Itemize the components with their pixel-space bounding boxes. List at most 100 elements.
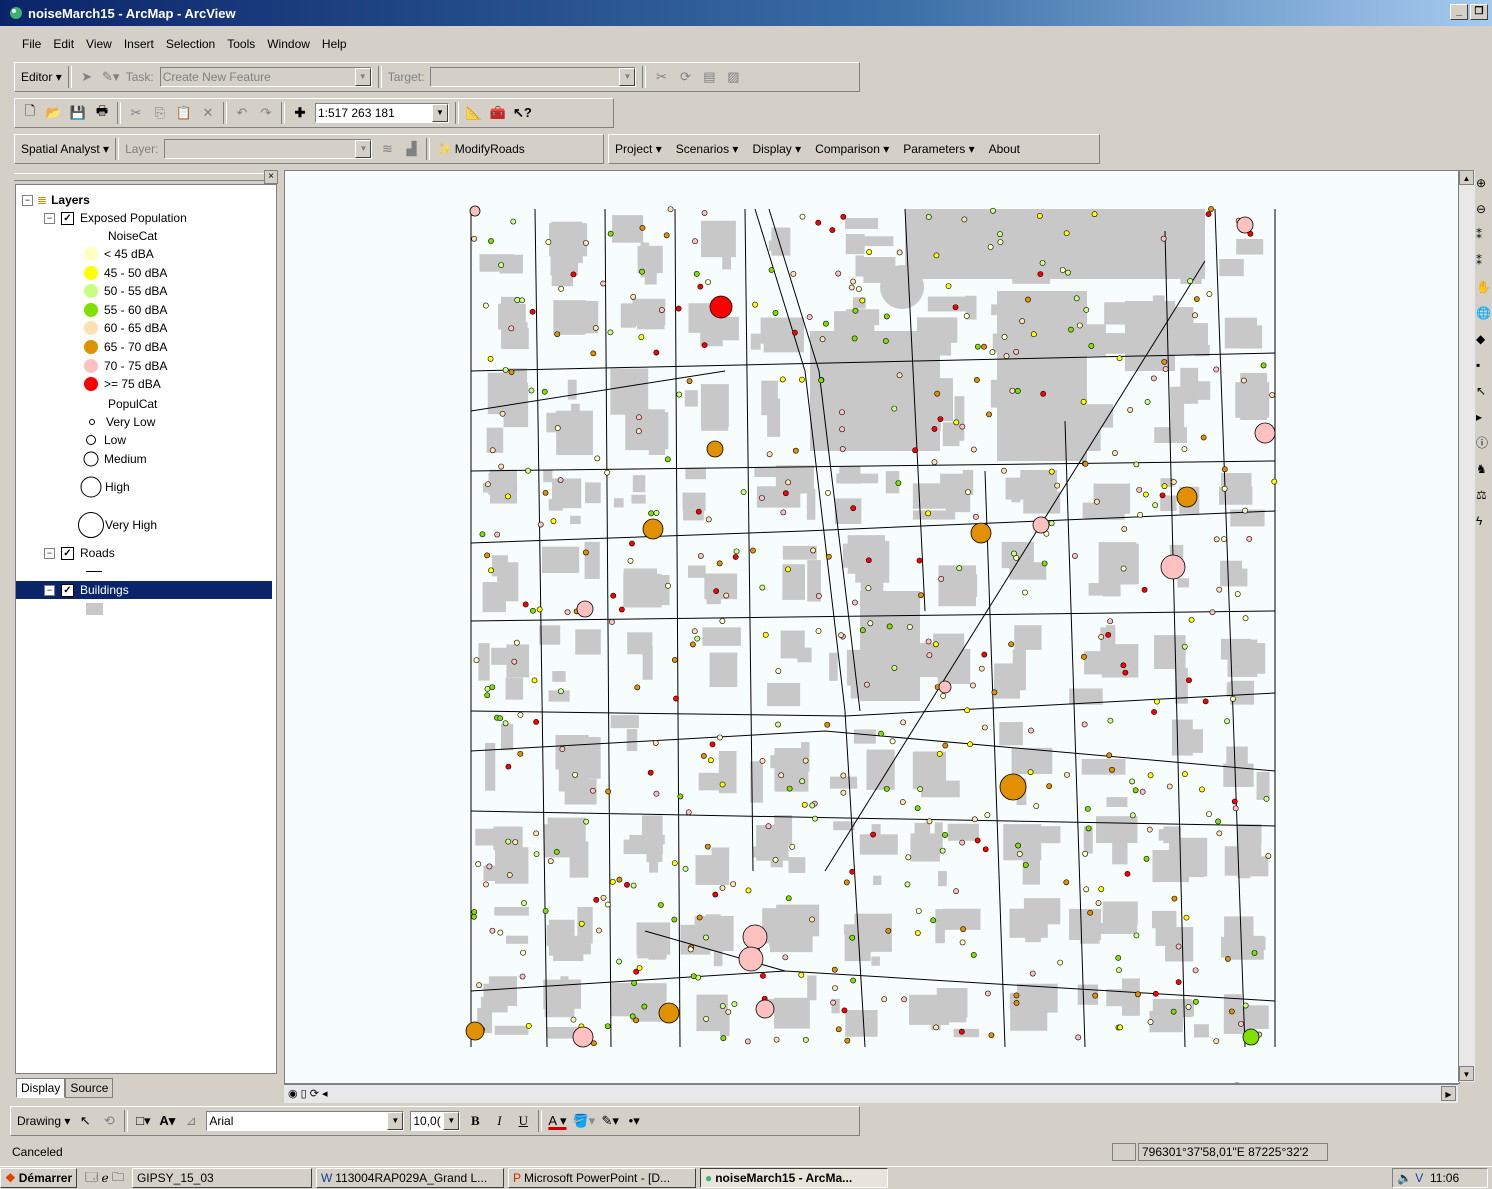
sketch-properties-icon[interactable]: ▨ — [724, 67, 742, 87]
about-menu[interactable]: About — [989, 142, 1020, 156]
italic-button[interactable]: I — [490, 1111, 508, 1131]
menu-help[interactable]: Help — [320, 35, 349, 53]
menu-edit[interactable]: Edit — [51, 35, 76, 53]
edit-tool-icon[interactable]: ➤ — [78, 67, 96, 87]
cut-icon[interactable]: ✂ — [127, 103, 145, 123]
copy-icon[interactable]: ⎘ — [151, 103, 169, 123]
menu-view[interactable]: View — [84, 35, 114, 53]
parameters-menu[interactable]: Parameters ▾ — [903, 142, 974, 156]
start-button[interactable]: ❖ Démarrer — [0, 1168, 78, 1188]
select-elements-icon[interactable]: ▸ — [1476, 404, 1492, 430]
folder-icon[interactable]: 🗀 — [112, 1169, 124, 1187]
zoom-out-icon[interactable]: ⊖ — [1476, 196, 1492, 222]
menu-insert[interactable]: Insert — [122, 35, 156, 53]
font-color-icon[interactable]: A ▾ — [548, 1111, 566, 1131]
line-color-icon[interactable]: ✎▾ — [601, 1111, 619, 1131]
scroll-right-icon[interactable]: ▶ — [1441, 1086, 1456, 1101]
data-view-icon[interactable]: ◉ ▯ ⟳ ◂ — [288, 1087, 328, 1100]
target-dropdown[interactable]: ▼ — [430, 67, 637, 87]
collapse-icon[interactable]: − — [44, 212, 55, 224]
open-folder-icon[interactable]: 📂 — [45, 103, 63, 123]
menu-tools[interactable]: Tools — [225, 35, 257, 53]
task-gipsy[interactable]: GIPSY_15_03 — [131, 1168, 312, 1188]
antivirus-icon[interactable]: V — [1415, 1171, 1423, 1185]
project-menu[interactable]: Project ▾ — [615, 142, 662, 156]
new-document-icon[interactable]: 🗋 — [21, 103, 39, 123]
scroll-down-icon[interactable]: ▼ — [1459, 1066, 1474, 1081]
histogram-icon[interactable]: ▟ — [402, 139, 420, 159]
next-extent-icon[interactable]: ▪ — [1476, 352, 1492, 378]
fixed-zoom-in-icon[interactable]: ⁑ — [1476, 222, 1492, 248]
identify-icon[interactable]: ⓘ — [1476, 430, 1492, 456]
delete-icon[interactable]: ✕ — [199, 103, 217, 123]
save-icon[interactable]: 💾 — [69, 103, 87, 123]
tab-display[interactable]: Display — [16, 1078, 66, 1098]
task-arcmap[interactable]: ● noiseMarch15 - ArcMa... — [699, 1168, 888, 1188]
paste-icon[interactable]: 📋 — [175, 103, 193, 123]
comparison-menu[interactable]: Comparison ▾ — [815, 142, 889, 156]
toc-root[interactable]: − ≣ Layers — [22, 191, 90, 209]
underline-button[interactable]: U — [514, 1111, 532, 1131]
menu-selection[interactable]: Selection — [164, 35, 217, 53]
menu-file[interactable]: File — [20, 35, 43, 53]
select-elements-icon[interactable]: ↖ — [76, 1111, 94, 1131]
pan-icon[interactable]: ✋ — [1476, 274, 1492, 300]
layer-visibility-checkbox[interactable]: ✓ — [61, 546, 74, 560]
rotate-tool-icon[interactable]: ⟳ — [676, 67, 694, 87]
restore-button[interactable]: ❐ — [1470, 4, 1488, 20]
attributes-icon[interactable]: ▤ — [700, 67, 718, 87]
layer-visibility-checkbox[interactable]: ✓ — [61, 583, 74, 597]
map-view[interactable] — [284, 170, 1460, 1084]
whats-this-help-icon[interactable]: ↖? — [513, 103, 532, 123]
measure-icon[interactable]: ⚖ — [1476, 482, 1492, 508]
editor-toolbar-icon[interactable]: 📐 — [465, 103, 483, 123]
toc-close-icon[interactable]: × — [264, 170, 278, 184]
toc-layer-buildings[interactable]: − ✓ Buildings — [16, 581, 272, 599]
find-icon[interactable]: ♞ — [1476, 456, 1492, 482]
map-horizontal-scrollbar[interactable]: ◉ ▯ ⟳ ◂ ▶ — [284, 1084, 1458, 1103]
font-size-dropdown[interactable]: 10,0(▼ — [410, 1111, 461, 1131]
hyperlink-icon[interactable]: ϟ — [1476, 508, 1492, 534]
toc-layer-exposed-population[interactable]: − ✓ Exposed Population — [44, 209, 187, 227]
text-tool-icon[interactable]: A▾ — [158, 1111, 176, 1131]
split-tool-icon[interactable]: ✂ — [652, 67, 670, 87]
font-dropdown[interactable]: Arial ▼ — [206, 1111, 405, 1131]
menu-window[interactable]: Window — [265, 35, 312, 53]
previous-extent-icon[interactable]: ◆ — [1476, 326, 1492, 352]
layer-visibility-checkbox[interactable]: ✓ — [61, 211, 74, 225]
display-menu[interactable]: Display ▾ — [752, 142, 801, 156]
marker-color-icon[interactable]: •▾ — [625, 1111, 643, 1131]
map-vertical-scrollbar[interactable]: ▲ ▼ — [1458, 170, 1475, 1082]
modify-roads-button[interactable]: ✨ ModifyRoads — [436, 142, 524, 156]
undo-icon[interactable]: ↶ — [233, 103, 251, 123]
rotate-icon[interactable]: ⟲ — [100, 1111, 118, 1131]
bold-button[interactable]: B — [466, 1111, 484, 1131]
rectangle-tool-icon[interactable]: □▾ — [134, 1111, 152, 1131]
layer-dropdown[interactable]: ▼ — [164, 139, 373, 159]
collapse-icon[interactable]: − — [44, 547, 55, 559]
map-scale-dropdown[interactable]: 1:517 263 181 ▼ — [315, 103, 449, 123]
scenarios-menu[interactable]: Scenarios ▾ — [676, 142, 739, 156]
zoom-in-icon[interactable]: ⊕ — [1476, 170, 1492, 196]
print-icon[interactable]: 🖶 — [93, 103, 111, 123]
toc-layer-roads[interactable]: − ✓ Roads — [44, 544, 115, 562]
drawing-menu[interactable]: Drawing ▾ — [17, 1114, 70, 1128]
scroll-up-icon[interactable]: ▲ — [1459, 170, 1474, 185]
volume-icon[interactable]: 🔈 — [1397, 1171, 1412, 1185]
task-powerpoint[interactable]: P Microsoft PowerPoint - [D... — [507, 1168, 696, 1188]
sketch-tool-icon[interactable]: ✎▾ — [102, 67, 120, 87]
collapse-icon[interactable]: − — [44, 584, 55, 596]
arctoolbox-icon[interactable]: 🧰 — [489, 103, 507, 123]
spatial-analyst-menu[interactable]: Spatial Analyst ▾ — [21, 142, 109, 156]
add-data-icon[interactable]: ✚ — [291, 103, 309, 123]
collapse-icon[interactable]: − — [22, 194, 33, 206]
minimize-button[interactable]: _ — [1450, 4, 1468, 20]
full-extent-icon[interactable]: 🌐 — [1476, 300, 1492, 326]
fill-color-icon[interactable]: 🪣▾ — [572, 1111, 595, 1131]
ie-icon[interactable]: ℯ — [102, 1171, 109, 1185]
toc-grip[interactable] — [14, 173, 264, 181]
select-features-icon[interactable]: ↖ — [1476, 378, 1492, 404]
editor-menu[interactable]: Editor ▾ — [21, 70, 62, 84]
map-canvas[interactable] — [285, 171, 1459, 1083]
task-dropdown[interactable]: Create New Feature ▼ — [159, 67, 372, 87]
